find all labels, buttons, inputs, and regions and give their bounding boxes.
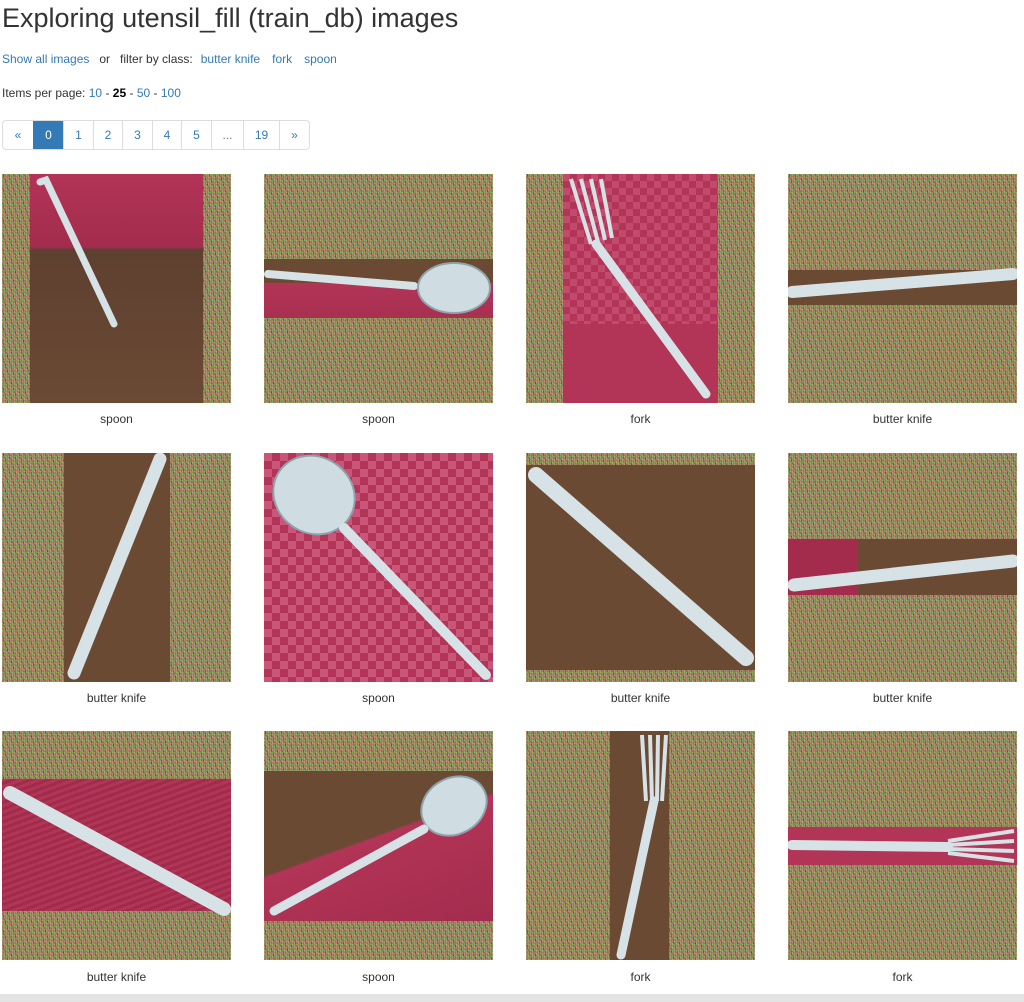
gallery-image[interactable] <box>788 731 1017 960</box>
pagination-page-3[interactable]: 3 <box>122 121 152 149</box>
pagination-page-5[interactable]: 5 <box>181 121 211 149</box>
gallery-image[interactable] <box>526 453 755 682</box>
gallery-image[interactable] <box>526 731 755 960</box>
separator: - <box>105 86 110 100</box>
gallery-image[interactable] <box>264 731 493 960</box>
show-all-images-link[interactable]: Show all images <box>2 52 89 66</box>
pagination-ellipsis: ... <box>211 121 243 149</box>
pagination-prev-button[interactable]: « <box>3 121 33 149</box>
image-caption: fork <box>892 970 913 984</box>
filter-spoon-link[interactable]: spoon <box>304 52 337 66</box>
items-per-page-label: Items per page: <box>2 86 86 100</box>
image-caption: butter knife <box>872 691 933 705</box>
image-caption: fork <box>630 970 651 984</box>
gallery-image[interactable] <box>264 174 493 403</box>
per-page-100-link[interactable]: 100 <box>161 86 181 100</box>
image-caption: butter knife <box>872 412 933 426</box>
image-caption: butter knife <box>86 691 147 705</box>
pagination-page-4[interactable]: 4 <box>152 121 181 149</box>
image-caption: spoon <box>100 412 133 426</box>
filter-row: Show all images or filter by class: butter … <box>2 51 337 67</box>
image-caption: spoon <box>362 970 395 984</box>
image-caption: spoon <box>362 412 395 426</box>
image-caption: butter knife <box>610 691 671 705</box>
filter-butter-knife-link[interactable]: butter knife <box>201 52 260 66</box>
pagination-next-button[interactable]: » <box>279 121 309 149</box>
image-caption: fork <box>630 412 651 426</box>
gallery-image[interactable] <box>788 453 1017 682</box>
or-text: or <box>99 52 111 66</box>
gallery-image[interactable] <box>2 453 231 682</box>
per-page-10-link[interactable]: 10 <box>89 86 102 100</box>
image-caption: butter knife <box>86 970 147 984</box>
gallery-image[interactable] <box>788 174 1017 403</box>
pagination-page-2[interactable]: 2 <box>93 121 122 149</box>
gallery-image[interactable] <box>2 731 231 960</box>
image-caption: spoon <box>362 691 395 705</box>
items-per-page-row: Items per page: 10 - 25 - 50 - 100 <box>2 85 181 101</box>
filter-fork-link[interactable]: fork <box>272 52 292 66</box>
filter-by-class-label: filter by class: <box>120 52 193 66</box>
per-page-50-link[interactable]: 50 <box>137 86 150 100</box>
gallery-image[interactable] <box>264 453 493 682</box>
pagination-page-1[interactable]: 1 <box>63 121 93 149</box>
gallery-image[interactable] <box>526 174 755 403</box>
per-page-25-selected: 25 <box>112 86 127 100</box>
pagination: « 0 1 2 3 4 5 ... 19 » <box>2 120 310 150</box>
gallery-image[interactable] <box>2 174 231 403</box>
page-title: Exploring utensil_fill (train_db) images <box>2 3 459 33</box>
pagination-page-0[interactable]: 0 <box>33 121 63 149</box>
pagination-page-19[interactable]: 19 <box>243 121 279 149</box>
separator: - <box>153 86 158 100</box>
separator: - <box>129 86 134 100</box>
taskbar-strip <box>0 994 1024 1002</box>
